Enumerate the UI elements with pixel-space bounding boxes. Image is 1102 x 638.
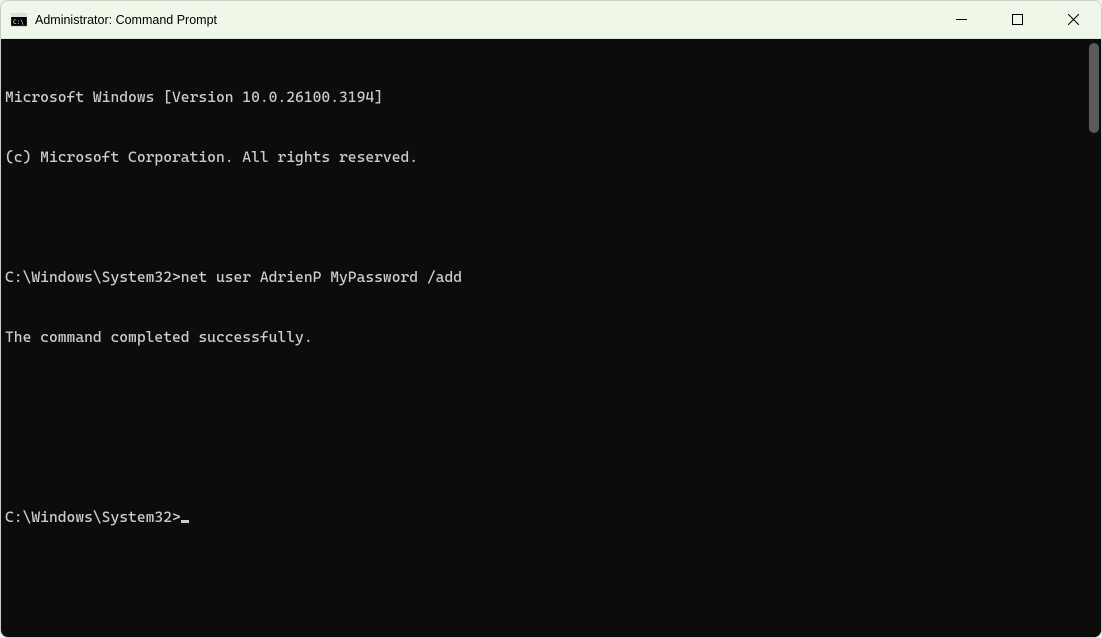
blank-line	[5, 447, 1083, 467]
maximize-button[interactable]	[989, 1, 1045, 38]
scrollbar-thumb[interactable]	[1089, 43, 1099, 133]
svg-text:C:\: C:\	[13, 19, 24, 26]
blank-line	[5, 387, 1083, 407]
blank-line	[5, 207, 1083, 227]
response-line: The command completed successfully.	[5, 327, 1083, 347]
copyright-line: (c) Microsoft Corporation. All rights re…	[5, 147, 1083, 167]
window-title: Administrator: Command Prompt	[35, 13, 217, 27]
cmd-icon: C:\	[11, 12, 27, 28]
terminal-area: Microsoft Windows [Version 10.0.26100.31…	[1, 39, 1101, 637]
vertical-scrollbar[interactable]	[1087, 39, 1101, 637]
version-line: Microsoft Windows [Version 10.0.26100.31…	[5, 87, 1083, 107]
terminal-output[interactable]: Microsoft Windows [Version 10.0.26100.31…	[1, 39, 1087, 637]
prompt-path: C:\Windows\System32>	[5, 268, 181, 286]
current-prompt-line: C:\Windows\System32>	[5, 507, 1083, 527]
prompt-path: C:\Windows\System32>	[5, 508, 181, 526]
window-controls	[933, 1, 1101, 38]
minimize-button[interactable]	[933, 1, 989, 38]
command-prompt-window: C:\ Administrator: Command Prompt Micros…	[0, 0, 1102, 638]
titlebar[interactable]: C:\ Administrator: Command Prompt	[1, 1, 1101, 39]
entered-command: net user AdrienP MyPassword /add	[181, 268, 462, 286]
cursor-icon	[181, 520, 189, 523]
close-button[interactable]	[1045, 1, 1101, 38]
command-line-1: C:\Windows\System32>net user AdrienP MyP…	[5, 267, 1083, 287]
